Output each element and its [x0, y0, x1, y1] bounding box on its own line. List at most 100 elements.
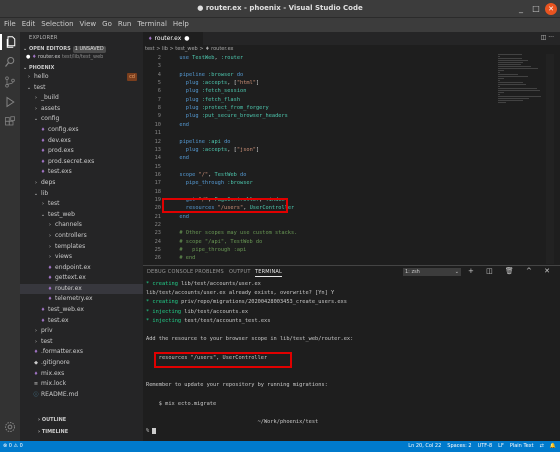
timeline-section[interactable]: › TIMELINE [20, 428, 143, 437]
tree-item[interactable]: ♦ test.exs [20, 167, 143, 178]
tree-item[interactable]: ⌄ test [20, 83, 143, 94]
menu-terminal[interactable]: Terminal [134, 18, 170, 28]
tree-item[interactable]: ⌄ lib [20, 189, 143, 200]
dirty-dot-icon[interactable]: ● [184, 35, 189, 42]
tree-item[interactable]: ♦ prod.secret.exs [20, 157, 143, 168]
status-item[interactable]: 🔔 [550, 443, 556, 449]
menu-help[interactable]: Help [170, 18, 192, 28]
tree-item[interactable]: › deps [20, 178, 143, 189]
line-number: 6 [157, 88, 161, 95]
tab-terminal[interactable]: TERMINAL [255, 269, 283, 277]
tree-item[interactable]: › _build [20, 93, 143, 104]
menu-go[interactable]: Go [99, 18, 115, 28]
status-item[interactable]: UTF-8 [478, 443, 493, 449]
close-button[interactable]: ✕ [545, 3, 557, 15]
tree-item[interactable]: › priv [20, 326, 143, 337]
code-text: use TestWeb, :router [179, 55, 244, 61]
tree-item-label: lib [41, 189, 49, 197]
gear-icon[interactable] [4, 421, 16, 433]
tab-problems[interactable]: PROBLEMS [195, 269, 224, 275]
status-item[interactable]: LF [498, 443, 504, 449]
tree-item[interactable]: ⓘ README.md [20, 390, 143, 401]
minimap-line [498, 98, 529, 99]
tree-item[interactable]: ♦ router.ex [20, 283, 143, 295]
tree-item-label: views [55, 253, 72, 261]
terminal-select[interactable]: 1: zsh ⌄ [403, 268, 461, 276]
editor-actions[interactable]: ◫ ··· [541, 34, 554, 41]
tree-item-label: test [41, 337, 53, 345]
tree-item[interactable]: › channels [20, 220, 143, 231]
terminal-text: lib/test/accounts/user.ex already exists… [146, 290, 335, 297]
timeline-label: TIMELINE [41, 429, 69, 435]
tab-debug-console[interactable]: DEBUG CONSOLE [147, 269, 193, 275]
status-item[interactable]: Spaces: 2 [447, 443, 471, 449]
extensions-icon[interactable] [2, 114, 18, 130]
menu-view[interactable]: View [77, 18, 100, 28]
tree-item[interactable]: ♦ prod.exs [20, 146, 143, 157]
status-item[interactable]: Plain Text [510, 443, 534, 449]
terminal-text: priv/repo/migrations/20200428003453_crea… [181, 299, 347, 306]
tree-item[interactable]: › controllers [20, 231, 143, 242]
source-control-icon[interactable] [2, 74, 18, 90]
tree-item[interactable]: › views [20, 252, 143, 263]
terminal-text: $ mix ecto.migrate [146, 400, 217, 407]
problems-status[interactable]: ⊗ 0 ⚠ 0 [3, 441, 23, 452]
panel-actions[interactable]: + ◫ 🗑 ^ ✕ [468, 267, 555, 275]
terminal-line: % [146, 427, 157, 435]
terminal-prefix: * injecting [146, 317, 185, 324]
status-item[interactable]: Ln 20, Col 22 [408, 443, 441, 449]
tree-item[interactable]: ≡ mix.lock [20, 379, 143, 390]
minimap-line [498, 64, 522, 65]
tree-item[interactable]: ⌄ test_web [20, 210, 143, 221]
minimap-line [498, 54, 523, 55]
tree-item-label: test [34, 83, 46, 91]
tab-output[interactable]: OUTPUT [229, 269, 251, 275]
tree-item[interactable]: ♦ mix.exs [20, 369, 143, 380]
tree-item[interactable]: ♦ gettext.ex [20, 273, 143, 284]
tree-item[interactable]: ♦ .formatter.exs [20, 347, 143, 358]
chevron-right-icon: › [28, 74, 30, 80]
tab-router-ex[interactable]: ♦ router.ex ● [143, 32, 203, 45]
line-number: 20 [154, 205, 161, 212]
tree-item[interactable]: › hello cd [20, 72, 143, 83]
window-title: ● router.ex - phoenix - Visual Studio Co… [197, 4, 363, 12]
status-item[interactable]: ⇄ [540, 443, 544, 449]
maximize-button[interactable]: □ [530, 3, 542, 15]
tree-item[interactable]: ◆ .gitignore [20, 358, 143, 369]
run-debug-icon[interactable] [2, 94, 18, 110]
menu-edit[interactable]: Edit [19, 18, 39, 28]
tree-item[interactable]: › assets [20, 104, 143, 115]
tree-item[interactable]: › test [20, 337, 143, 348]
git-file-icon: ◆ [34, 360, 38, 367]
menu-file[interactable]: File [0, 18, 19, 28]
minimize-button[interactable]: _ [515, 3, 527, 15]
tree-item[interactable]: ♦ test_web.ex [20, 305, 143, 316]
code-text: # scope "/api", TestWeb do [173, 238, 263, 245]
tree-item[interactable]: ♦ telemetry.ex [20, 294, 143, 305]
tree-item[interactable]: ♦ test.ex [20, 316, 143, 327]
tree-item[interactable]: ♦ endpoint.ex [20, 263, 143, 274]
line-number: 11 [154, 130, 161, 137]
breadcrumb[interactable]: test > lib > test_web > ♦ router.ex [143, 45, 560, 54]
minimap-line [498, 100, 524, 101]
tree-item[interactable]: › templates [20, 242, 143, 253]
menu-selection[interactable]: Selection [38, 18, 76, 28]
terminal-prefix: * injecting [146, 308, 185, 315]
editor-scrollbar[interactable] [546, 54, 554, 264]
tree-item[interactable]: ♦ dev.exs [20, 136, 143, 147]
tree-item[interactable]: ⌄ config [20, 114, 143, 125]
open-editor-item[interactable]: ● ♦ router.ex test/lib/test_web [20, 53, 143, 62]
outline-section[interactable]: › OUTLINE [20, 416, 143, 425]
tree-item-label: gettext.ex [55, 274, 86, 282]
tree-item-label: templates [55, 242, 86, 250]
elixir-file-icon: ♦ [33, 349, 39, 356]
chevron-right-icon: › [35, 328, 37, 335]
minimap[interactable] [498, 54, 542, 114]
tree-item[interactable]: ♦ config.exs [20, 125, 143, 136]
explorer-icon[interactable] [0, 34, 20, 50]
search-icon[interactable] [2, 54, 18, 70]
highlight-box-terminal [154, 352, 292, 368]
minimap-line [498, 66, 531, 67]
tree-item[interactable]: › test [20, 199, 143, 210]
menu-run[interactable]: Run [115, 18, 134, 28]
